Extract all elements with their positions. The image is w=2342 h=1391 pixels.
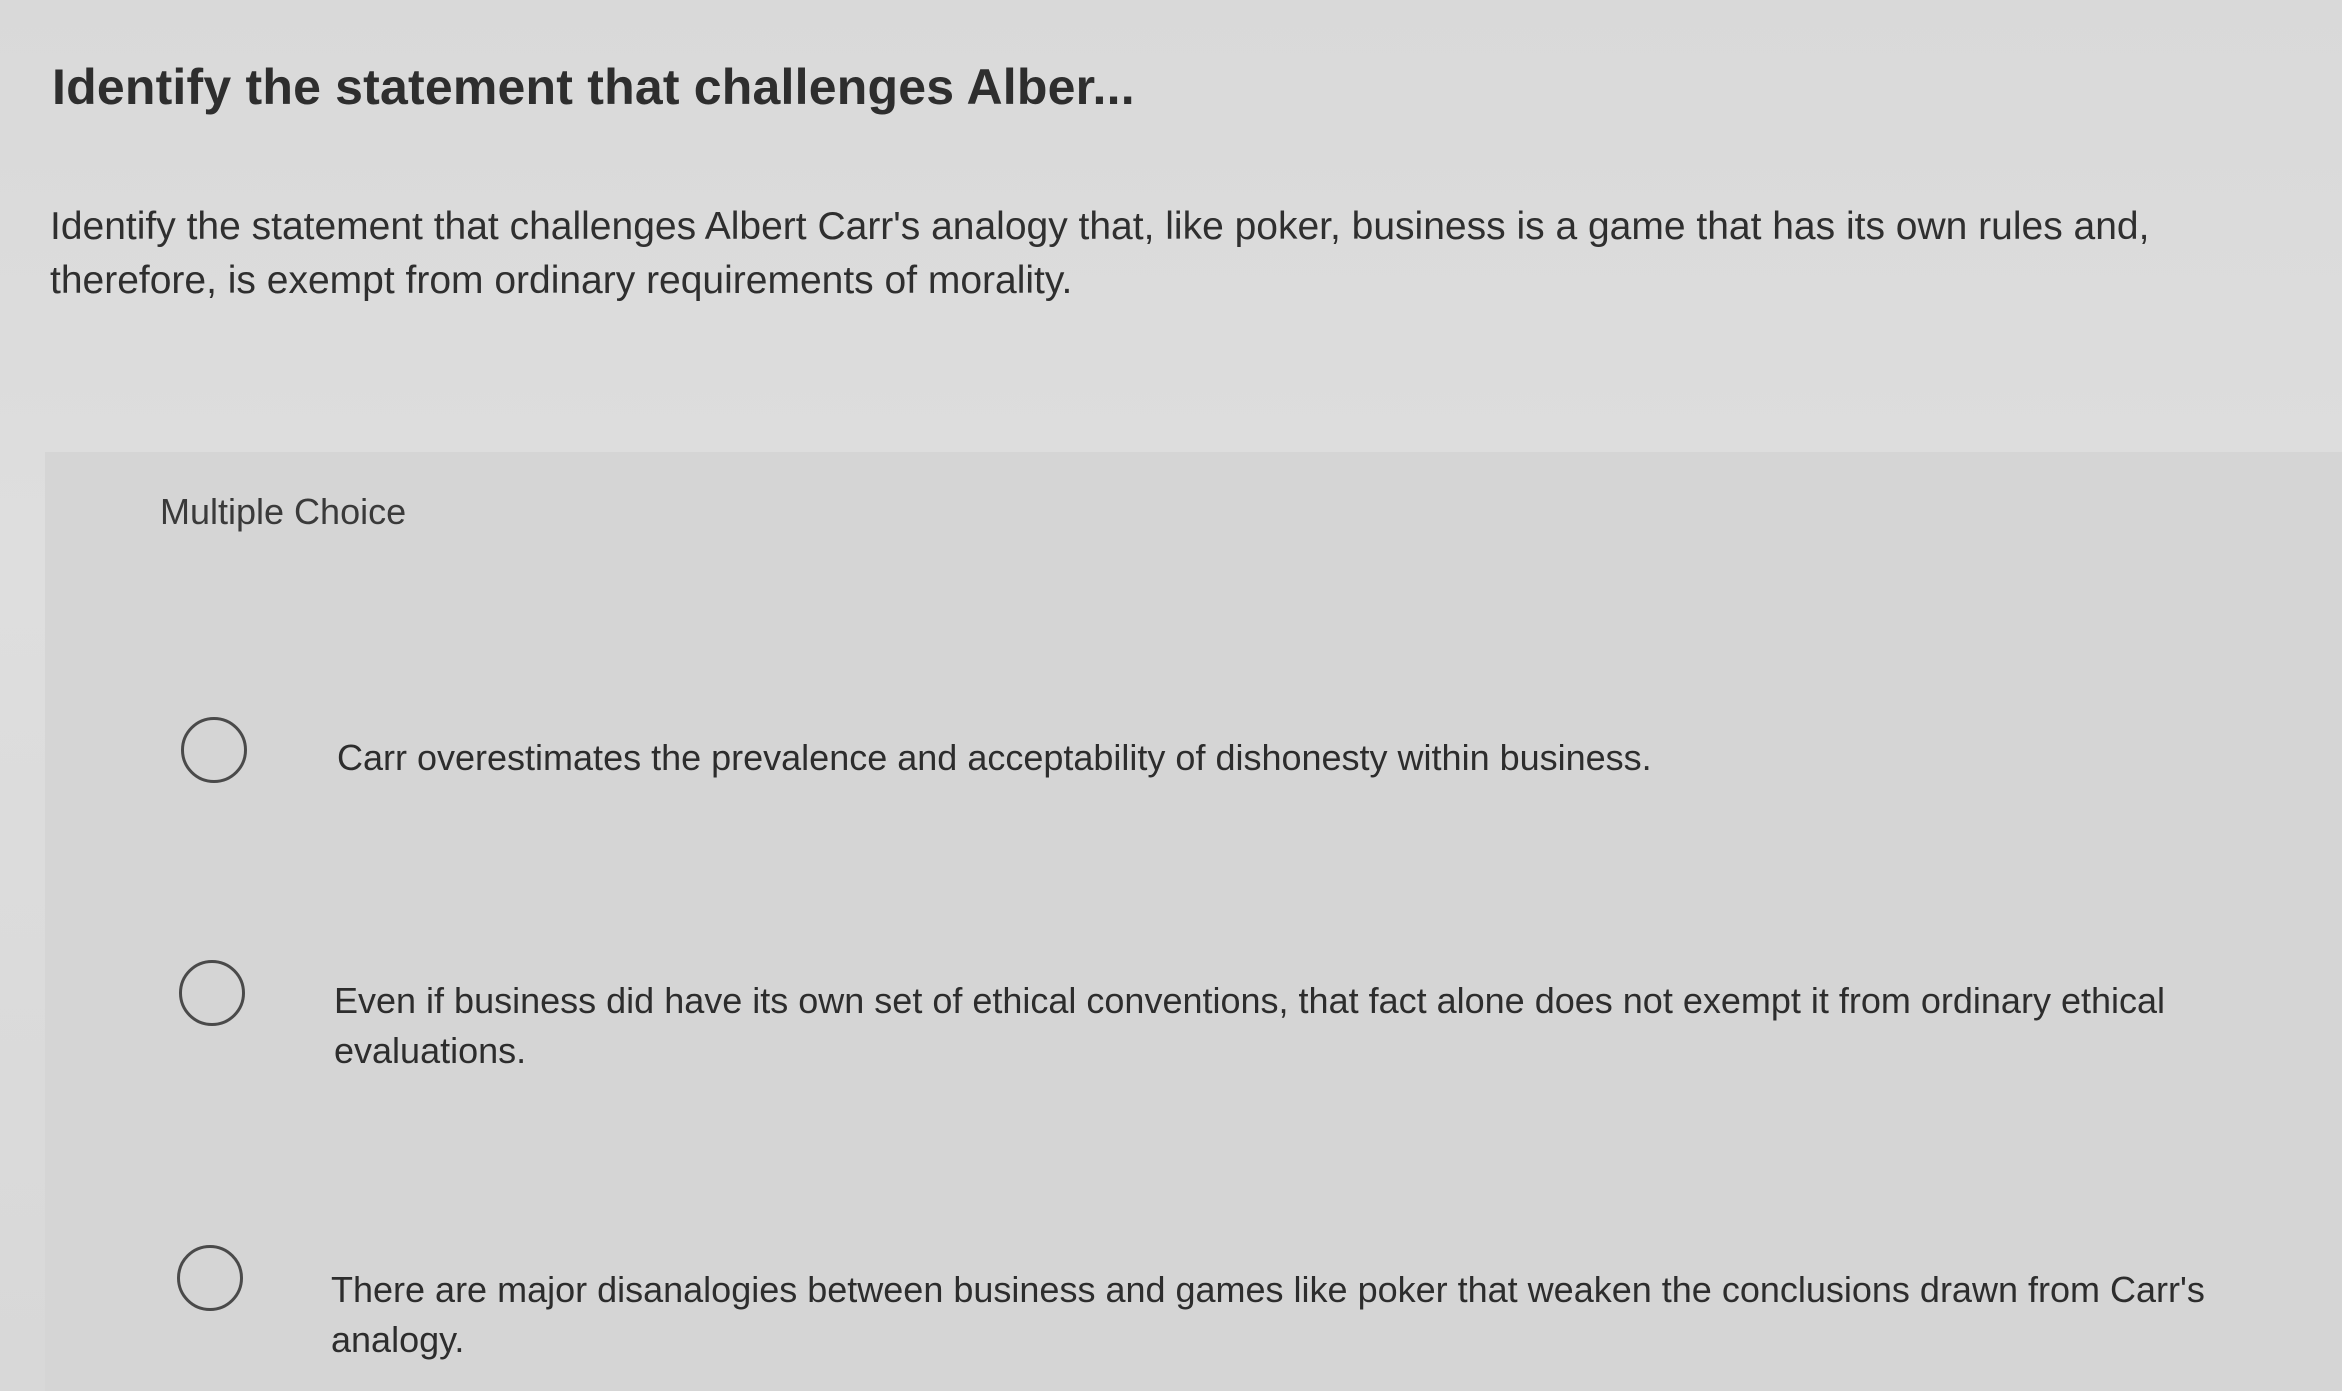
answer-option-1-text: Carr overestimates the prevalence and ac… bbox=[337, 737, 1652, 778]
answer-option-3-text: There are major disanalogies between bus… bbox=[331, 1269, 2205, 1360]
answer-option-2[interactable]: Even if business did have its own set of… bbox=[0, 940, 2342, 1080]
question-page: Identify the statement that challenges A… bbox=[0, 0, 2342, 1391]
answer-option-2-text: Even if business did have its own set of… bbox=[334, 980, 2166, 1071]
question-type-label: Multiple Choice bbox=[160, 491, 407, 532]
answer-option-1[interactable]: Carr overestimates the prevalence and ac… bbox=[0, 700, 2342, 820]
question-title: Identify the statement that challenges A… bbox=[52, 59, 1135, 115]
radio-button-option-3[interactable] bbox=[177, 1245, 243, 1311]
answer-option-3[interactable]: There are major disanalogies between bus… bbox=[0, 1225, 2342, 1375]
radio-button-option-2[interactable] bbox=[179, 960, 245, 1026]
radio-button-option-1[interactable] bbox=[181, 717, 247, 783]
question-prompt: Identify the statement that challenges A… bbox=[50, 205, 2150, 302]
